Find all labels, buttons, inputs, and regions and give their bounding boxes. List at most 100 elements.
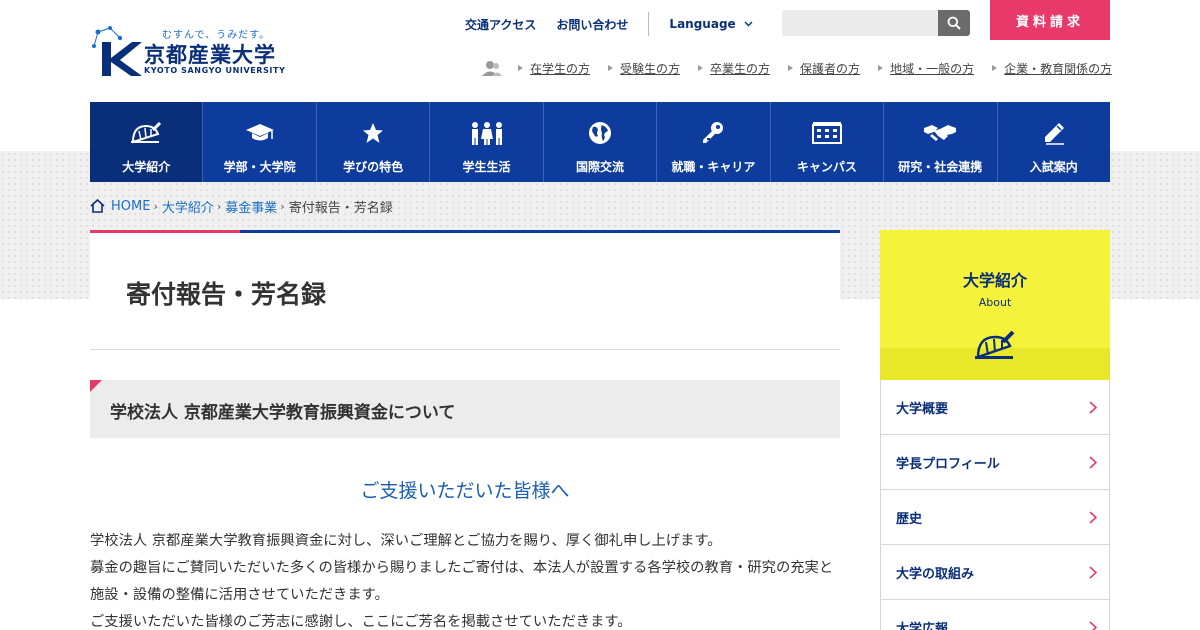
audience-label: 地域・一般の方 <box>890 61 975 76</box>
gnav-label: 学生生活 <box>462 160 511 174</box>
dome-icon <box>975 330 1015 359</box>
audience-label: 企業・教育関係の方 <box>1004 61 1113 76</box>
audience-link-business[interactable]: 企業・教育関係の方 <box>992 60 1112 77</box>
side-nav-header[interactable]: 大学紹介 About <box>880 230 1110 380</box>
key-icon <box>703 122 724 143</box>
chevron-down-icon <box>744 21 753 27</box>
people-icon <box>471 122 502 145</box>
search-icon <box>947 16 961 30</box>
gnav-item-admissions[interactable]: 入試案内 <box>998 102 1110 182</box>
gnav-label: 学部・大学院 <box>223 160 296 174</box>
corner-mark <box>90 380 102 392</box>
side-nav-label: 歴史 <box>896 511 923 527</box>
chevron-right-icon <box>1089 620 1097 630</box>
request-materials-button[interactable]: 資料請求 <box>990 0 1110 40</box>
gnav-item-features[interactable]: 学びの特色 <box>317 102 431 182</box>
side-nav-label: 大学の取組み <box>896 566 975 582</box>
person-icon <box>482 61 502 76</box>
gnav-label: 就職・キャリア <box>671 160 756 174</box>
building-icon <box>811 122 842 144</box>
audience-link-applicants[interactable]: 受験生の方 <box>608 60 680 77</box>
audience-links: 在学生の方 受験生の方 卒業生の方 保護者の方 地域・一般の方 企業・教育関係の… <box>482 58 1112 78</box>
section-subtitle: ご支援いただいた皆様へ <box>360 480 570 502</box>
gnav-item-career[interactable]: 就職・キャリア <box>657 102 771 182</box>
utility-divider <box>648 12 650 36</box>
access-link[interactable]: 交通アクセス <box>465 16 536 33</box>
side-nav-title: 大学紹介 <box>962 271 1027 290</box>
logo-mark-icon <box>92 26 142 76</box>
side-nav-label: 大学概要 <box>896 401 949 417</box>
paragraph: 募金の趣旨にご賛同いただいた多くの皆様から賜りましたご寄付は、本法人が設置する各… <box>90 560 834 603</box>
logo-name: 京都産業大学 <box>144 43 276 67</box>
side-nav-item-president[interactable]: 学長プロフィール <box>880 435 1110 490</box>
accent-bar <box>90 230 240 233</box>
breadcrumb-link[interactable]: 大学紹介 <box>162 197 214 216</box>
side-nav-list: 大学概要 学長プロフィール 歴史 大学の取組み 大学広報 <box>880 380 1110 630</box>
gnav-item-international[interactable]: 国際交流 <box>544 102 658 182</box>
side-nav-label: 学長プロフィール <box>896 456 1000 472</box>
gnav-item-faculties[interactable]: 学部・大学院 <box>203 102 317 182</box>
page-title-card: 寄付報告・芳名録 <box>90 230 840 350</box>
chevron-right-icon <box>1089 565 1097 579</box>
chevron-right-icon: › <box>280 199 285 213</box>
breadcrumb: HOME › 大学紹介 › 募金事業 › 寄付報告・芳名録 <box>90 196 393 216</box>
gnav-item-research[interactable]: 研究・社会連携 <box>884 102 998 182</box>
globe-icon <box>588 122 611 144</box>
breadcrumb-link[interactable]: 募金事業 <box>225 197 277 216</box>
accent-bar <box>240 230 840 233</box>
search-button[interactable] <box>938 10 970 36</box>
side-nav-item-pr[interactable]: 大学広報 <box>880 600 1110 630</box>
side-nav-item-overview[interactable]: 大学概要 <box>880 380 1110 435</box>
audience-label: 受験生の方 <box>620 61 681 76</box>
utility-links: 交通アクセス お問い合わせ Language <box>465 12 753 36</box>
contact-link[interactable]: お問い合わせ <box>556 16 628 33</box>
gnav-label: 入試案内 <box>1029 160 1078 174</box>
dome-icon <box>131 122 162 144</box>
gnav-item-campus[interactable]: キャンパス <box>771 102 885 182</box>
home-icon <box>90 199 105 213</box>
audience-link-parents[interactable]: 保護者の方 <box>788 60 860 77</box>
side-nav-item-history[interactable]: 歴史 <box>880 490 1110 545</box>
side-nav-label: 大学広報 <box>896 621 949 630</box>
chevron-right-icon: › <box>153 199 158 213</box>
gnav-label: 国際交流 <box>575 160 624 174</box>
breadcrumb-home-link[interactable]: HOME <box>111 199 150 214</box>
language-label: Language <box>669 17 736 31</box>
chevron-right-icon: › <box>216 199 222 213</box>
graduation-cap-icon <box>245 124 274 141</box>
search-input[interactable] <box>782 10 938 36</box>
paragraph: 学校法人 京都産業大学教育振興資金に対し、深いご理解とご協力を賜り、厚く御礼申し… <box>90 533 722 549</box>
breadcrumb-current: 寄付報告・芳名録 <box>288 200 393 216</box>
language-selector[interactable]: Language <box>669 17 753 31</box>
audience-link-current-students[interactable]: 在学生の方 <box>518 60 590 77</box>
audience-link-community[interactable]: 地域・一般の方 <box>878 60 974 77</box>
gnav-label: キャンパス <box>796 160 857 174</box>
paragraph: ご支援いただいた皆様のご芳志に感謝し、ここにご芳名を掲載させていただきます。 <box>90 614 632 630</box>
pencil-icon <box>1044 123 1064 145</box>
site-logo[interactable]: むすんで、うみだす。 京都産業大学 KYOTO SANGYO UNIVERSIT… <box>90 24 300 80</box>
page-title: 寄付報告・芳名録 <box>126 280 327 309</box>
chevron-right-icon <box>1089 400 1097 414</box>
audience-label: 在学生の方 <box>530 61 591 76</box>
gnav-label: 学びの特色 <box>343 160 404 174</box>
chevron-right-icon <box>1089 455 1097 469</box>
side-nav-item-initiatives[interactable]: 大学の取組み <box>880 545 1110 600</box>
gnav-label: 大学紹介 <box>122 160 171 174</box>
side-nav-title-en: About <box>978 296 1012 309</box>
handshake-icon <box>924 125 957 141</box>
audience-link-alumni[interactable]: 卒業生の方 <box>698 60 770 77</box>
gnav-item-student-life[interactable]: 学生生活 <box>430 102 544 182</box>
body-text: 学校法人 京都産業大学教育振興資金に対し、深いご理解とご協力を賜り、厚く御礼申し… <box>90 528 842 630</box>
global-nav: 大学紹介 学部・大学院 学びの特色 学生生活 国際交流 就職・キャリア キャンパ… <box>90 102 1110 182</box>
logo-name-en: KYOTO SANGYO UNIVERSITY <box>144 66 286 75</box>
page: むすんで、うみだす。 京都産業大学 KYOTO SANGYO UNIVERSIT… <box>0 0 1200 630</box>
gnav-item-about[interactable]: 大学紹介 <box>90 102 204 182</box>
audience-label: 保護者の方 <box>800 61 861 76</box>
chevron-right-icon <box>1089 510 1097 524</box>
section-heading: 学校法人 京都産業大学教育振興資金について <box>110 403 456 423</box>
section-heading-box: 学校法人 京都産業大学教育振興資金について <box>90 380 840 438</box>
audience-label: 卒業生の方 <box>710 61 771 76</box>
gnav-label: 研究・社会連携 <box>898 160 983 174</box>
star-icon <box>363 123 384 143</box>
search-form <box>782 10 970 36</box>
